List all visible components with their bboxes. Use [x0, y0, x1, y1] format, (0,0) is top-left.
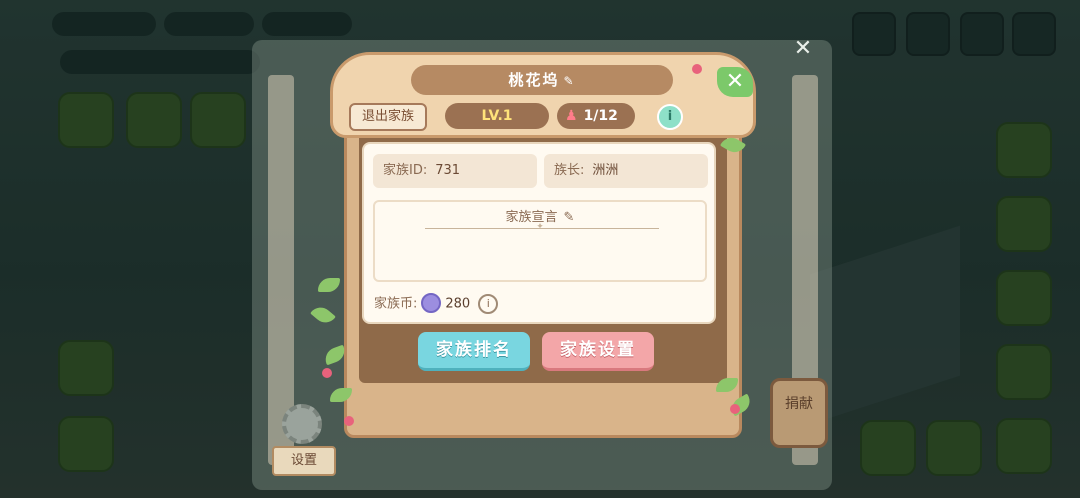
coin-icon: [421, 293, 442, 313]
berry-decoration: [730, 404, 740, 414]
edit-pencil-icon[interactable]: ✎: [563, 74, 575, 88]
coin-info-icon[interactable]: i: [478, 294, 499, 314]
outer-close-icon[interactable]: ✕: [790, 36, 816, 62]
declaration-box[interactable]: 家族宣言 ✎ ✦: [373, 200, 707, 282]
berry-decoration: [344, 416, 354, 426]
family-info-dialog: 桃花坞 ✎ 退出家族 LV.1 ♟ 1/12 i ✕ 家族ID: 731 族长: 洲洲 …: [310, 48, 756, 438]
family-settings-button[interactable]: 家族设置: [542, 332, 654, 371]
berry-decoration: [322, 368, 332, 378]
family-ranking-button[interactable]: 家族排名: [418, 332, 530, 371]
leaf-decoration: [318, 278, 340, 292]
family-name: 桃花坞: [508, 71, 560, 89]
family-id-field: 家族ID: 731: [373, 154, 537, 188]
family-id-value: 731: [435, 163, 461, 178]
family-info-card: 家族ID: 731 族长: 洲洲 家族宣言 ✎ ✦ 家族币: 280 i: [362, 142, 716, 324]
berry-decoration: [692, 64, 702, 74]
info-icon[interactable]: i: [657, 104, 683, 130]
leader-label: 族长:: [554, 163, 585, 178]
family-id-label: 家族ID:: [383, 163, 428, 178]
leader-name: 洲洲: [592, 163, 619, 178]
ornament-icon: ✦: [536, 222, 544, 232]
family-level: LV.1: [445, 103, 549, 129]
coin-label: 家族币:: [374, 296, 418, 312]
family-coin-row: 家族币: 280 i: [374, 293, 499, 315]
close-icon[interactable]: ✕: [717, 67, 753, 97]
family-name-plate[interactable]: 桃花坞 ✎: [411, 65, 673, 95]
person-icon: ♟: [565, 108, 578, 124]
leader-field: 族长: 洲洲: [544, 154, 708, 188]
member-count: ♟ 1/12: [557, 103, 635, 129]
settings-button[interactable]: 设置: [272, 446, 336, 476]
member-count-value: 1/12: [583, 108, 618, 124]
gear-decoration-icon: [282, 404, 322, 444]
coin-value: 280: [445, 296, 471, 312]
quit-family-button[interactable]: 退出家族: [349, 103, 427, 131]
donate-button[interactable]: 捐献: [770, 378, 828, 448]
